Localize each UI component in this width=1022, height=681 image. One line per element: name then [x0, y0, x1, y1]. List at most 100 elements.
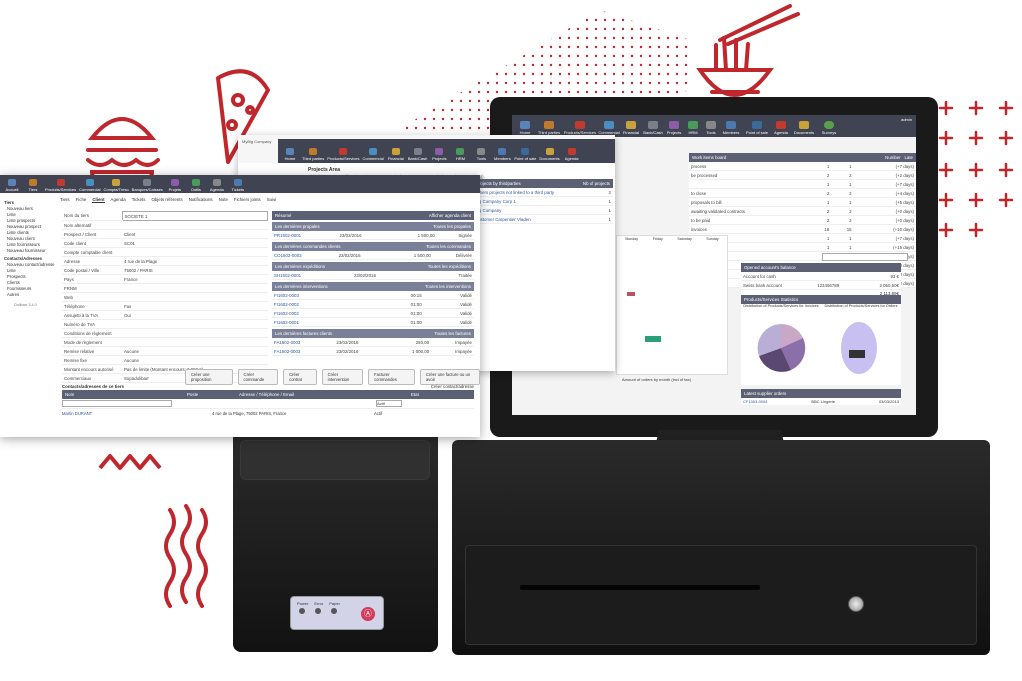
block-link[interactable]: Toutes les propales	[433, 224, 471, 229]
block-cell[interactable]: SH1602-0001	[272, 271, 352, 280]
project-row[interactable]: Others projects not linked to a third pa…	[473, 188, 613, 197]
project-thirdparty[interactable]: Big Company Corp 1	[473, 196, 603, 206]
nav-item[interactable]: Products/Services	[563, 121, 597, 135]
contact-row[interactable]: Martin DURANT 4 rue de la Plage, 75002 P…	[62, 408, 474, 418]
work-item-row[interactable]: 1 1 (+7 days)	[689, 179, 916, 189]
project-thirdparty[interactable]: Customer Carpentier Vladen	[473, 214, 603, 224]
block-row[interactable]: SH1602-0001 23/02/2016 Traitée	[272, 271, 474, 280]
block-row[interactable]: FI1602-0001 01:00 Validé	[272, 317, 474, 327]
field-value[interactable]: SOCIETE 1	[121, 211, 268, 221]
tab-3[interactable]: Agenda	[111, 197, 126, 203]
nav-item-1[interactable]: Tiers	[24, 179, 42, 192]
sidebar-item[interactable]: Autres	[4, 291, 56, 297]
nav-item[interactable]: HRM	[684, 121, 702, 135]
nav-item-10[interactable]: Point of sale	[514, 148, 536, 161]
block-row[interactable]: FA1602-0003 23/02/2016 250,00 Impayée	[272, 338, 474, 347]
nav-item-6[interactable]: Projets	[166, 179, 184, 192]
work-item-row[interactable]: to close 2 2 (+4 days)	[689, 188, 916, 198]
lock-icon[interactable]	[848, 596, 864, 612]
nav-item[interactable]: Third parties	[536, 121, 562, 135]
block-row[interactable]: PR1602-0001 23/02/2016 1 500,00 Signée	[272, 231, 474, 240]
block-cell[interactable]: FI1602-0001	[272, 317, 364, 327]
nav-item[interactable]: Commercial	[598, 121, 620, 135]
block-link[interactable]: Toutes les interventions	[425, 284, 471, 289]
tab-0[interactable]: Tiers	[60, 197, 70, 203]
account-row[interactable]: Account for cash 93 €	[741, 272, 901, 281]
project-row[interactable]: Big Company Corp 11	[473, 196, 613, 206]
nav-item-9[interactable]: Members	[493, 148, 511, 161]
nav-item[interactable]: Surveys	[818, 121, 840, 135]
user-login[interactable]: admin	[897, 115, 916, 124]
block-link[interactable]: Toutes les commandes	[426, 244, 471, 249]
nav-item-1[interactable]: Third parties	[302, 148, 324, 161]
work-item-row[interactable]: proposals to bill 1 1 (+5 days)	[689, 197, 916, 207]
project-thirdparty[interactable]: Big Company	[473, 205, 603, 215]
block-cell[interactable]: FI1602-0002	[272, 299, 364, 309]
block-link[interactable]: Toutes les expéditions	[428, 264, 471, 269]
refresh-select[interactable]	[822, 253, 908, 261]
nav-item-7[interactable]: HRM	[451, 148, 469, 161]
nav-item-5[interactable]: Banques/Caisses	[132, 179, 163, 192]
order-ref[interactable]: CF1303-0004	[743, 399, 767, 404]
work-item-row[interactable]: process 1 1 (+7 days)	[689, 162, 916, 171]
nav-item-4[interactable]: Financial	[387, 148, 405, 161]
sidebar-item[interactable]: Nouveau fournisseur	[4, 247, 56, 253]
work-item-row[interactable]: awaiting validated contracts 2 2 (+0 days)	[689, 206, 916, 216]
nav-item-4[interactable]: Compta/Tréso	[103, 179, 129, 192]
nav-item-2[interactable]: Produits/Services	[45, 179, 76, 192]
create-contact-link[interactable]: Créer contact/adresse	[431, 384, 474, 389]
feed-button[interactable]: Ⓐ	[361, 607, 375, 621]
nav-item-11[interactable]: Documents	[539, 148, 560, 161]
nav-item[interactable]: Agenda	[772, 121, 790, 135]
account-row[interactable]: Swiss bank account 123456789 2 050,50€	[741, 280, 901, 290]
contact-state-filter[interactable]: Actif	[376, 400, 402, 407]
nav-item-7[interactable]: Outils	[187, 179, 205, 192]
nav-item-8[interactable]: Agenda	[208, 179, 226, 192]
work-item-row[interactable]: to be paid 2 2 (+0 days)	[689, 215, 916, 225]
block-cell[interactable]: CO1602-0003	[272, 251, 337, 260]
nav-item-8[interactable]: Tools	[472, 148, 490, 161]
block-cell[interactable]: PR1602-0001	[272, 231, 338, 240]
nav-item[interactable]: Tools	[703, 121, 719, 135]
nav-item[interactable]: Financial	[621, 121, 641, 135]
nav-item-12[interactable]: Agenda	[563, 148, 581, 161]
block-row[interactable]: FI1602-0002 01:00 Validé	[272, 299, 474, 309]
block-cell[interactable]: FA1602-0003	[272, 346, 335, 356]
tab-4[interactable]: Tickets	[132, 197, 146, 203]
block-cell[interactable]: FI1602-0003	[272, 291, 364, 300]
tab-2[interactable]: Client	[92, 197, 105, 203]
tab-8[interactable]: Fichiers joints	[234, 197, 261, 203]
nav-item-5[interactable]: Bank/Cash	[408, 148, 427, 161]
event-block[interactable]	[645, 336, 661, 342]
nav-item[interactable]: Projects	[665, 121, 683, 135]
tab-5[interactable]: Objets référents	[151, 197, 182, 203]
block-cell[interactable]: FA1602-0003	[272, 338, 335, 347]
tab-1[interactable]: Fiche	[76, 197, 87, 203]
sidebar-item[interactable]: Nouveau contact/adresse	[4, 261, 56, 267]
block-row[interactable]: CO1602-0003 23/02/2016 1 500,00 Délivrée	[272, 251, 474, 260]
tab-9[interactable]: Suivi	[267, 197, 277, 203]
block-row[interactable]: FA1602-0003 23/02/2016 1 000,00 Impayée	[272, 346, 474, 356]
nav-item-6[interactable]: Projects	[430, 148, 448, 161]
block-row[interactable]: FI1602-0003 00:15 Validé	[272, 291, 474, 300]
block-link[interactable]: Toutes les factures	[434, 331, 471, 336]
block-row[interactable]: FI1602-0002 01:00 Validé	[272, 308, 474, 318]
event-block[interactable]	[627, 292, 635, 296]
work-item-row[interactable]: be processed 2 2 (+2 days)	[689, 170, 916, 180]
project-row[interactable]: Big Company 1	[473, 205, 613, 215]
nav-item-0[interactable]: Accueil	[3, 179, 21, 192]
nav-item-2[interactable]: Products/Services	[327, 148, 359, 161]
work-item-row[interactable]: invoices 18 15 (+10 days)	[689, 224, 916, 234]
nav-item[interactable]: Documents	[791, 121, 817, 135]
tab-6[interactable]: Notifications	[189, 197, 213, 203]
nav-item[interactable]: Members	[720, 121, 742, 135]
contact-name[interactable]: Martin DURANT	[62, 411, 212, 416]
block-cell[interactable]: FI1602-0002	[272, 308, 364, 318]
agenda-link[interactable]: Afficher agenda client	[429, 213, 471, 218]
nav-item-9[interactable]: Tickets	[229, 179, 247, 192]
tab-7[interactable]: Note	[219, 197, 228, 203]
nav-item[interactable]: Point of sale	[743, 121, 771, 135]
project-row[interactable]: Customer Carpentier Vladen 1	[473, 214, 613, 224]
nav-item-3[interactable]: Commercial	[362, 148, 384, 161]
nav-item-3[interactable]: Commercial	[79, 179, 100, 192]
